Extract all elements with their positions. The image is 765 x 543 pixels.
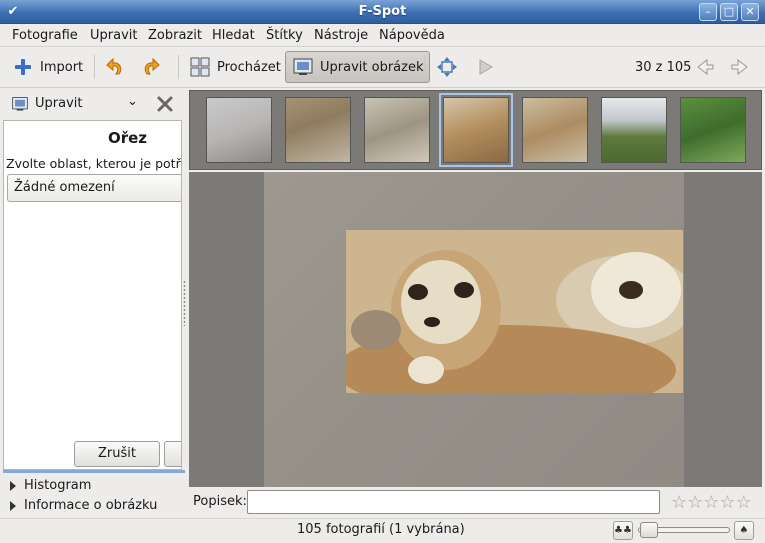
- arrow-left-icon: [697, 58, 714, 76]
- rotate-left-button[interactable]: [104, 51, 132, 83]
- browse-grid-icon: [190, 57, 210, 77]
- play-icon: [479, 59, 493, 75]
- image-info-label: Informace o obrázku: [24, 498, 158, 513]
- thumbnail-giraffe-3[interactable]: [364, 97, 430, 163]
- chevron-down-icon[interactable]: ⌄: [127, 94, 138, 109]
- menu-stitky[interactable]: Štítky: [266, 28, 303, 43]
- menu-napoveda[interactable]: Nápověda: [379, 28, 445, 43]
- menu-upravit[interactable]: Upravit: [90, 28, 137, 43]
- zoom-out-button[interactable]: ♣♣: [613, 521, 633, 540]
- small-trees-icon: ♣♣: [614, 525, 632, 536]
- thumbnail-giraffe-1[interactable]: [206, 97, 272, 163]
- constraint-select[interactable]: Žádné omezení: [7, 174, 181, 202]
- large-tree-icon: ♠: [739, 525, 749, 536]
- star-icon[interactable]: ☆: [703, 492, 719, 513]
- caption-input[interactable]: [247, 490, 660, 514]
- crop-heading: Ořez: [107, 129, 148, 147]
- minimize-button[interactable]: –: [699, 3, 717, 21]
- maximize-button[interactable]: □: [720, 3, 738, 21]
- rotate-right-icon: [144, 57, 160, 75]
- zoom-in-button[interactable]: ♠: [734, 521, 754, 540]
- close-button[interactable]: ✕: [741, 3, 759, 21]
- pane-splitter-handle[interactable]: [183, 280, 186, 326]
- expander-arrow-icon: [10, 480, 16, 491]
- star-icon[interactable]: ☆: [671, 492, 687, 513]
- edit-image-icon: [12, 97, 28, 111]
- star-icon[interactable]: ☆: [687, 492, 703, 513]
- rotate-right-button[interactable]: [140, 51, 168, 83]
- sidebar-mode-select[interactable]: Upravit: [35, 96, 82, 111]
- crop-panel: Ořez Zvolte oblast, kterou je potřeba oř…: [3, 120, 182, 470]
- sidebar-header: Upravit ⌄: [0, 90, 187, 118]
- fullscreen-arrows-icon: [437, 57, 457, 77]
- crop-apply-button[interactable]: [164, 441, 181, 467]
- plus-icon: [15, 59, 31, 75]
- toolbar-separator: [94, 55, 95, 79]
- image-viewer[interactable]: [189, 172, 762, 487]
- edit-image-button[interactable]: Upravit obrázek: [285, 51, 431, 83]
- close-sidebar-icon[interactable]: [156, 95, 174, 113]
- arrow-right-icon: [731, 58, 748, 76]
- title-bar: ✔ F-Spot – □ ✕: [0, 0, 765, 24]
- cancel-button[interactable]: Zrušit: [74, 441, 160, 467]
- import-label: Import: [40, 59, 84, 75]
- next-button[interactable]: [730, 51, 758, 83]
- thumbnail-meerkats-1[interactable]: [439, 93, 513, 167]
- star-icon[interactable]: ☆: [719, 492, 735, 513]
- crop-selection[interactable]: [346, 230, 683, 393]
- histogram-expander[interactable]: Histogram: [10, 478, 91, 493]
- browse-button[interactable]: Procházet: [189, 51, 281, 83]
- edit-image-icon: [293, 58, 313, 75]
- image-info-expander[interactable]: Informace o obrázku: [10, 498, 157, 513]
- menu-bar: Fotografie Upravit Zobrazit Hledat Štítk…: [0, 24, 765, 47]
- star-icon[interactable]: ☆: [736, 492, 752, 513]
- rotate-left-icon: [106, 57, 122, 75]
- expander-arrow-icon: [10, 500, 16, 511]
- window-title: F-Spot: [358, 4, 407, 19]
- fullscreen-button[interactable]: [436, 51, 464, 83]
- menu-fotografie[interactable]: Fotografie: [12, 28, 78, 43]
- zoom-slider-handle[interactable]: [640, 522, 658, 538]
- toolbar: Import Procházet Upravit obrázek 30 z 10…: [0, 47, 765, 88]
- panel-divider: [3, 470, 185, 473]
- meerkat-photo-crop: [346, 230, 683, 393]
- position-counter: 30 z 105: [635, 59, 692, 75]
- crop-hint: Zvolte oblast, kterou je potřeba oříznou…: [6, 156, 181, 171]
- filmstrip[interactable]: [189, 90, 762, 170]
- thumbnail-giraffe-2[interactable]: [285, 97, 351, 163]
- thumbnail-landscape[interactable]: [601, 97, 667, 163]
- menu-nastroje[interactable]: Nástroje: [314, 28, 368, 43]
- thumbnail-garden[interactable]: [680, 97, 746, 163]
- toolbar-separator: [424, 55, 425, 79]
- slideshow-button[interactable]: [474, 51, 502, 83]
- edit-image-label: Upravit obrázek: [320, 59, 424, 75]
- thumbnail-meerkats-2[interactable]: [522, 97, 588, 163]
- browse-label: Procházet: [217, 59, 281, 75]
- caption-label: Popisek:: [193, 494, 247, 509]
- menu-zobrazit[interactable]: Zobrazit: [148, 28, 202, 43]
- status-bar: 105 fotografií (1 vybrána) ♣♣ ♠: [0, 518, 765, 543]
- import-button[interactable]: Import: [12, 51, 83, 83]
- menu-hledat[interactable]: Hledat: [212, 28, 255, 43]
- toolbar-separator: [178, 55, 179, 79]
- rating-stars[interactable]: ☆☆☆☆☆: [671, 492, 752, 513]
- histogram-label: Histogram: [24, 478, 92, 493]
- caption-bar: Popisek: ☆☆☆☆☆: [189, 488, 762, 516]
- status-text: 105 fotografií (1 vybrána): [297, 522, 465, 537]
- previous-button[interactable]: [693, 51, 721, 83]
